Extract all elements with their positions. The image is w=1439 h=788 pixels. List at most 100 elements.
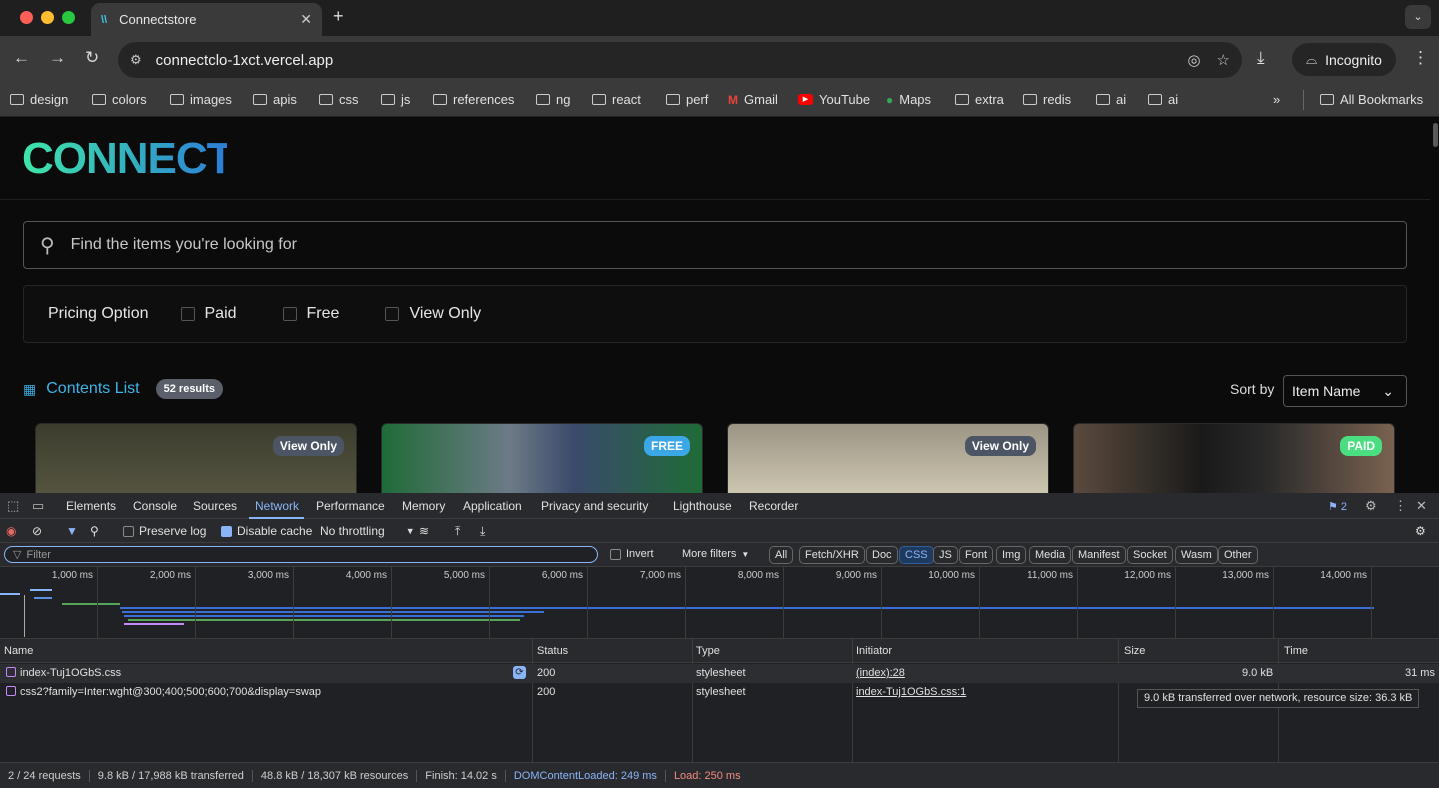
bookmark-css[interactable]: css [319, 92, 359, 107]
search-input[interactable]: ⚲ Find the items you're looking for [23, 221, 1407, 269]
bookmark-colors[interactable]: colors [92, 92, 147, 107]
overridden-content-icon[interactable]: ⟳ [513, 666, 526, 679]
bookmark-ng[interactable]: ng [536, 92, 570, 107]
content-card[interactable]: View Only [727, 423, 1049, 493]
tab-search-icon[interactable]: ⌄ [1405, 5, 1431, 29]
maximize-window-button[interactable] [62, 11, 75, 24]
type-filter-other[interactable]: Other [1218, 546, 1258, 564]
issues-counter[interactable]: ⚑ 2 [1328, 500, 1347, 513]
type-filter-doc[interactable]: Doc [866, 546, 898, 564]
type-filter-css[interactable]: CSS [899, 546, 934, 564]
bookmark-react[interactable]: react [592, 92, 641, 107]
type-filter-fetch-xhr[interactable]: Fetch/XHR [799, 546, 865, 564]
column-type[interactable]: Type [696, 645, 720, 657]
download-icon[interactable]: ⤓ [1257, 48, 1265, 68]
type-filter-font[interactable]: Font [959, 546, 994, 564]
bookmark-images[interactable]: images [170, 92, 232, 107]
content-card[interactable]: PAID [1073, 423, 1395, 493]
type-filter-socket[interactable]: Socket [1127, 546, 1173, 564]
tab-console[interactable]: Console [133, 499, 177, 513]
download-har-icon[interactable]: ⤓ [480, 524, 485, 539]
bookmark-redis[interactable]: redis [1023, 92, 1071, 107]
site-info-icon[interactable]: ⚙ [130, 52, 142, 68]
tab-elements[interactable]: Elements [66, 499, 116, 513]
tab-lighthouse[interactable]: Lighthouse [673, 499, 732, 513]
new-tab-icon[interactable]: + [333, 6, 344, 27]
bookmark-design[interactable]: design [10, 92, 68, 107]
all-bookmarks-button[interactable]: All Bookmarks [1320, 92, 1423, 107]
search-icon[interactable]: ⚲ [90, 524, 99, 538]
close-tab-icon[interactable]: ✕ [300, 11, 312, 28]
browser-menu-icon[interactable]: ⋮ [1412, 48, 1429, 68]
bookmark-ai-2[interactable]: ai [1148, 92, 1178, 107]
page-scrollbar[interactable] [1431, 117, 1439, 493]
type-filter-manifest[interactable]: Manifest [1072, 546, 1126, 564]
bookmark-gmail[interactable]: M Gmail [728, 92, 778, 107]
network-settings-icon[interactable]: ⚙ [1415, 524, 1426, 538]
table-row[interactable]: index-Tuj1OGbS.css ⟳ 200 stylesheet (ind… [0, 664, 1439, 683]
address-bar[interactable]: ⚙ connectclo-1xct.vercel.app ◎ ☆ [118, 42, 1242, 78]
bookmark-star-icon[interactable]: ☆ [1217, 51, 1230, 69]
column-initiator[interactable]: Initiator [856, 645, 892, 657]
filter-funnel-icon[interactable]: ▼ [66, 524, 78, 538]
view-only-checkbox[interactable] [385, 307, 400, 321]
upload-har-icon[interactable]: ⤒ [455, 524, 460, 539]
type-filter-wasm[interactable]: Wasm [1175, 546, 1218, 564]
network-overview-timeline[interactable]: 1,000 ms 2,000 ms 3,000 ms 4,000 ms 5,000 ms… [0, 567, 1439, 639]
tab-application[interactable]: Application [463, 499, 522, 513]
close-devtools-icon[interactable]: ✕ [1416, 498, 1427, 514]
type-filter-media[interactable]: Media [1029, 546, 1071, 564]
bookmark-extra[interactable]: extra [955, 92, 1004, 107]
column-time[interactable]: Time [1284, 645, 1308, 657]
device-toolbar-icon[interactable]: ▭ [32, 498, 44, 514]
column-status[interactable]: Status [537, 645, 568, 657]
filter-paid[interactable]: Paid [180, 305, 237, 323]
type-filter-all[interactable]: All [769, 546, 794, 564]
bookmark-maps[interactable]: ● Maps [886, 92, 931, 107]
preserve-log-checkbox[interactable]: Preserve log [123, 524, 206, 538]
more-bookmarks-icon[interactable]: » [1273, 92, 1280, 107]
bookmark-ai[interactable]: ai [1096, 92, 1126, 107]
filter-free[interactable]: Free [282, 305, 339, 323]
filter-input[interactable]: ▽ Filter [4, 546, 598, 563]
scrollbar-thumb[interactable] [1433, 123, 1438, 147]
settings-gear-icon[interactable]: ⚙ [1365, 498, 1377, 514]
inspect-element-icon[interactable]: ⬚ [7, 498, 19, 514]
clear-icon[interactable]: ⊘ [32, 524, 42, 538]
devtools-menu-icon[interactable]: ⋮ [1394, 498, 1407, 514]
filter-view-only[interactable]: View Only [385, 305, 481, 323]
url-text[interactable]: connectclo-1xct.vercel.app [156, 52, 1172, 69]
close-window-button[interactable] [20, 11, 33, 24]
column-size[interactable]: Size [1124, 645, 1145, 657]
browser-tab[interactable]: \\ Connectstore ✕ [91, 3, 322, 36]
network-conditions-icon[interactable]: ≋ [419, 524, 429, 538]
reload-icon[interactable]: ↻ [85, 48, 99, 68]
sort-select[interactable]: Item Name ⌄ [1283, 375, 1407, 407]
invert-checkbox[interactable]: Invert [610, 548, 654, 560]
request-initiator-link[interactable]: index-Tuj1OGbS.css:1 [856, 686, 966, 698]
free-checkbox[interactable] [282, 307, 297, 321]
bookmark-references[interactable]: references [433, 92, 514, 107]
forward-icon[interactable]: → [49, 48, 66, 68]
paid-checkbox[interactable] [180, 307, 195, 321]
more-filters-dropdown[interactable]: More filters ▼ [682, 548, 749, 560]
tab-memory[interactable]: Memory [402, 499, 445, 513]
column-name[interactable]: Name [4, 645, 33, 657]
tab-sources[interactable]: Sources [193, 499, 237, 513]
record-icon[interactable]: ◉ [6, 524, 16, 538]
minimize-window-button[interactable] [41, 11, 54, 24]
tab-performance[interactable]: Performance [316, 499, 385, 513]
bookmark-perf[interactable]: perf [666, 92, 708, 107]
bookmark-apis[interactable]: apis [253, 92, 297, 107]
bookmark-youtube[interactable]: ▶ YouTube [798, 92, 870, 107]
type-filter-img[interactable]: Img [996, 546, 1027, 564]
throttling-select[interactable]: No throttling ▼ [320, 524, 415, 538]
request-initiator-link[interactable]: (index):28 [856, 667, 905, 679]
eye-off-icon[interactable]: ◎ [1187, 51, 1200, 69]
tab-privacy-security[interactable]: Privacy and security [541, 499, 648, 513]
tab-network[interactable]: Network [255, 499, 299, 513]
disable-cache-checkbox[interactable]: Disable cache [221, 524, 312, 538]
back-icon[interactable]: ← [13, 48, 30, 68]
content-card[interactable]: FREE [381, 423, 703, 493]
content-card[interactable]: View Only [35, 423, 357, 493]
